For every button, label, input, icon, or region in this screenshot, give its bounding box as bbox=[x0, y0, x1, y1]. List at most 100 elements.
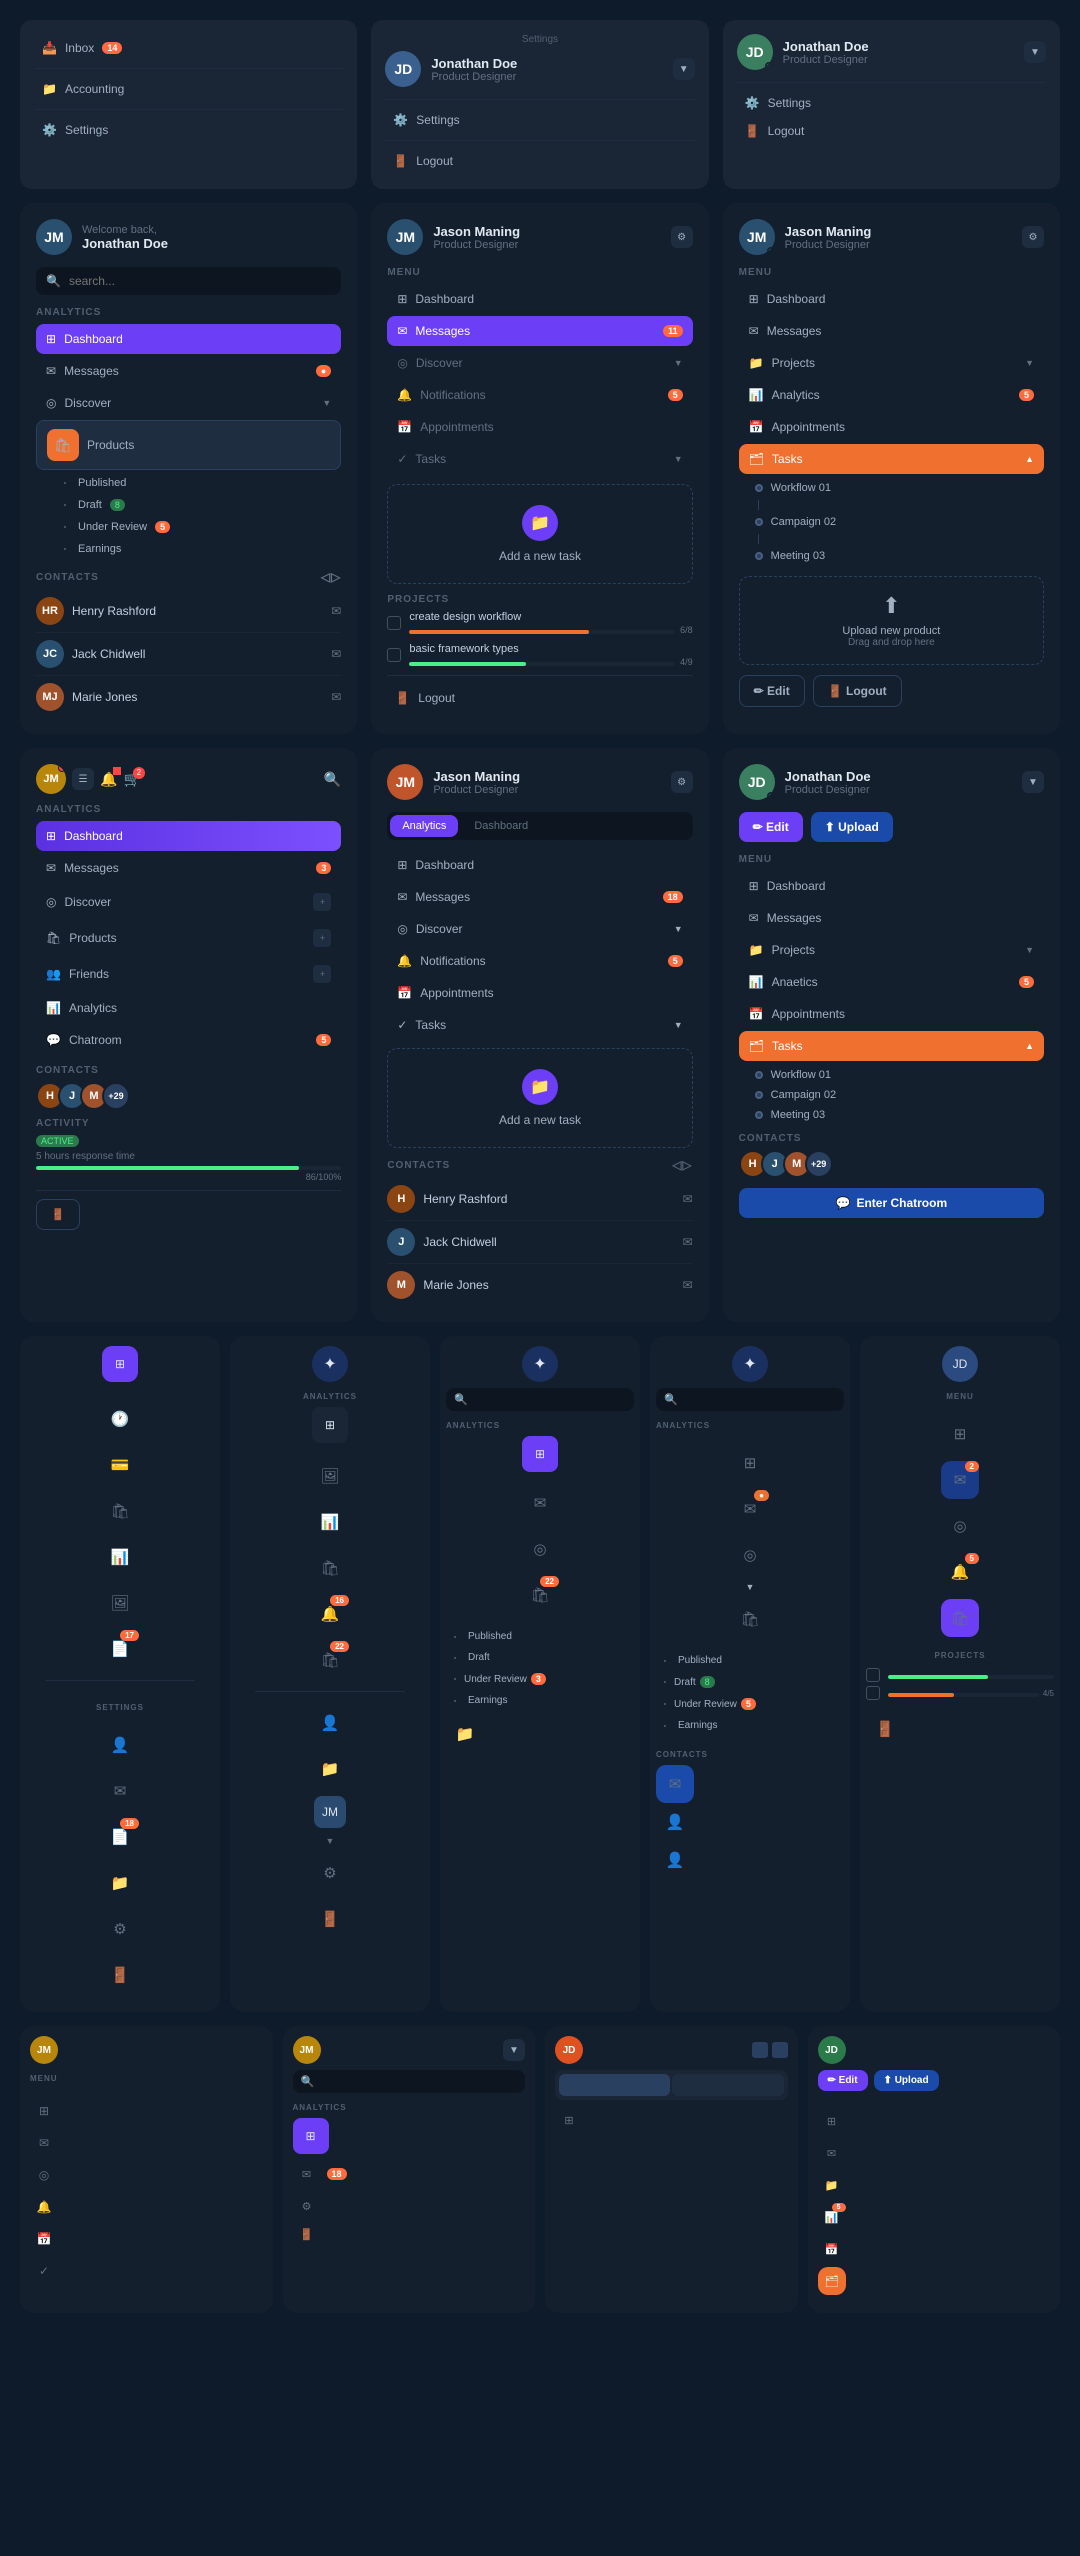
icon3-dash-active[interactable]: ⊞ bbox=[522, 1436, 558, 1472]
b4-appt[interactable]: 📅 bbox=[818, 2235, 846, 2263]
nav-products[interactable]: 🛍 Products bbox=[36, 420, 341, 470]
icon2-folder[interactable]: 📁 bbox=[311, 1750, 349, 1788]
nav-discover[interactable]: ◎ Discover ▼ bbox=[36, 388, 341, 418]
project-1-check[interactable] bbox=[387, 616, 401, 630]
icon-nav-logout[interactable]: 🚪 bbox=[101, 1956, 139, 1994]
mobile-nav-discover[interactable]: ◎ Discover + bbox=[36, 885, 341, 919]
jack-msg-icon[interactable]: ✉ bbox=[331, 647, 341, 661]
msg-nav-notifications[interactable]: 🔔 Notifications 5 bbox=[387, 380, 692, 410]
sub-draft[interactable]: Draft 8 bbox=[36, 494, 341, 516]
messages-chevron[interactable]: ⚙ bbox=[671, 226, 693, 248]
cr-nav-dashboard[interactable]: ⊞ Dashboard bbox=[739, 871, 1044, 901]
mobile-products-expand[interactable]: + bbox=[313, 929, 331, 947]
logout-button-tasks[interactable]: 🚪 Logout bbox=[813, 675, 902, 707]
icon4-contact1[interactable]: 👤 bbox=[656, 1803, 694, 1841]
icon-nav-mail[interactable]: ✉ bbox=[101, 1772, 139, 1810]
icon-nav-image[interactable]: 🖼 bbox=[101, 1584, 139, 1622]
icon-nav-clock[interactable]: 🕐 bbox=[101, 1400, 139, 1438]
tasks-chevron[interactable]: ⚙ bbox=[1022, 226, 1044, 248]
settings-item-3[interactable]: ⚙️ Settings bbox=[737, 89, 1046, 117]
mobile-discover-expand[interactable]: + bbox=[313, 893, 331, 911]
b1-msg[interactable]: ✉ bbox=[30, 2129, 58, 2157]
inbox-item[interactable]: 📥 Inbox 14 bbox=[34, 34, 343, 62]
sub-earnings[interactable]: Earnings bbox=[36, 538, 341, 560]
an-nav-discover[interactable]: ◎ Discover ▼ bbox=[387, 914, 692, 944]
an-nav-notifications[interactable]: 🔔 Notifications 5 bbox=[387, 946, 692, 976]
icon2-gear[interactable]: ⚙ bbox=[311, 1854, 349, 1892]
b4-notif[interactable]: 📊 5 bbox=[818, 2203, 846, 2231]
bottom-2-chevron[interactable]: ▼ bbox=[503, 2039, 525, 2061]
tasks-nav-analytics[interactable]: 📊 Analytics 5 bbox=[739, 380, 1044, 410]
tasks-nav-projects[interactable]: 📁 Projects ▼ bbox=[739, 348, 1044, 378]
icon2-bag[interactable]: 🛍 bbox=[311, 1549, 349, 1587]
b2-logout[interactable]: 🚪 bbox=[293, 2220, 321, 2248]
icon5-logout[interactable]: 🚪 bbox=[866, 1710, 904, 1748]
cr-nav-messages[interactable]: ✉ Messages bbox=[739, 903, 1044, 933]
icon5-discover[interactable]: ◎ bbox=[941, 1507, 979, 1545]
icon-nav-file[interactable]: 📄 17 bbox=[101, 1630, 139, 1668]
icon2-notif[interactable]: 🔔 16 bbox=[311, 1595, 349, 1633]
mobile-friends-expand[interactable]: + bbox=[313, 965, 331, 983]
icon2-product[interactable]: 🛍 22 bbox=[311, 1641, 349, 1679]
icon-nav-bag[interactable]: 🛍 bbox=[101, 1492, 139, 1530]
mobile-nav-friends[interactable]: 👥 Friends + bbox=[36, 957, 341, 991]
icon3-messages[interactable]: ✉ bbox=[521, 1484, 559, 1522]
edit-button-tasks[interactable]: ✏ Edit bbox=[739, 675, 805, 707]
mobile-nav-messages[interactable]: ✉ Messages 3 bbox=[36, 853, 341, 883]
mobile-nav-products[interactable]: 🛍 Products + bbox=[36, 921, 341, 955]
icon2-person[interactable]: 👤 bbox=[311, 1704, 349, 1742]
icon5-p1-check[interactable] bbox=[866, 1668, 880, 1682]
an-nav-messages[interactable]: ✉ Messages 18 bbox=[387, 882, 692, 912]
nav-dashboard[interactable]: ⊞ Dashboard bbox=[36, 324, 341, 354]
icon-grid-active-1[interactable]: ⊞ bbox=[102, 1346, 138, 1382]
bottom-4-upload[interactable]: ⬆ Upload bbox=[874, 2070, 939, 2091]
icon3-draft[interactable]: Draft bbox=[446, 1647, 634, 1668]
icon3-search[interactable]: 🔍 bbox=[446, 1388, 634, 1411]
an-marie-msg[interactable]: ✉ bbox=[683, 1278, 693, 1292]
tasks-nav-messages[interactable]: ✉ Messages bbox=[739, 316, 1044, 346]
icon-nav-file2[interactable]: 📄 18 bbox=[101, 1818, 139, 1856]
search-input[interactable] bbox=[69, 274, 331, 288]
chatroom-edit-btn[interactable]: ✏ Edit bbox=[739, 812, 803, 842]
msg-nav-messages[interactable]: ✉ Messages 11 bbox=[387, 316, 692, 346]
b2-settings[interactable]: ⚙ bbox=[293, 2192, 321, 2220]
chatroom-chevron[interactable]: ▼ bbox=[1022, 771, 1044, 793]
icon-nav-gear[interactable]: ⚙ bbox=[101, 1910, 139, 1948]
icon4-earnings[interactable]: Earnings bbox=[656, 1715, 844, 1736]
chatroom-upload-btn[interactable]: ⬆ Upload bbox=[811, 812, 893, 842]
icon3-folder[interactable]: 📁 bbox=[446, 1715, 484, 1753]
icon3-product[interactable]: 🛍 22 bbox=[521, 1576, 559, 1614]
cr-nav-projects[interactable]: 📁 Projects ▼ bbox=[739, 935, 1044, 965]
icon-nav-chart[interactable]: 📊 bbox=[101, 1538, 139, 1576]
b1-discover[interactable]: ◎ bbox=[30, 2161, 58, 2189]
accounting-item[interactable]: 📁 Accounting bbox=[34, 75, 343, 103]
icon3-under-review[interactable]: Under Review 3 bbox=[446, 1668, 634, 1690]
task-add-area[interactable]: 📁 Add a new task bbox=[387, 484, 692, 584]
b1-dash[interactable]: ⊞ bbox=[30, 2097, 58, 2125]
b1-tasks[interactable]: ✓ bbox=[30, 2257, 58, 2285]
an-nav-dashboard[interactable]: ⊞ Dashboard bbox=[387, 850, 692, 880]
settings-item-2[interactable]: ⚙️ Settings bbox=[385, 106, 694, 134]
logout-item-3[interactable]: 🚪 Logout bbox=[737, 117, 1046, 145]
tab-dashboard[interactable]: Dashboard bbox=[462, 815, 540, 837]
icon-nav-wallet[interactable]: 💳 bbox=[101, 1446, 139, 1484]
tasks-nav-dashboard[interactable]: ⊞ Dashboard bbox=[739, 284, 1044, 314]
msg-nav-tasks[interactable]: ✓ Tasks ▼ bbox=[387, 444, 692, 474]
bottom-2-dash-active[interactable]: ⊞ bbox=[293, 2118, 329, 2154]
b4-dash[interactable]: ⊞ bbox=[818, 2107, 846, 2135]
icon4-product[interactable]: 🛍 bbox=[731, 1600, 769, 1638]
msg-nav-discover[interactable]: ◎ Discover ▼ bbox=[387, 348, 692, 378]
an-henry-msg[interactable]: ✉ bbox=[683, 1192, 693, 1206]
mobile-search-icon[interactable]: 🔍 bbox=[324, 771, 341, 788]
icon-analytics-dash[interactable]: ⊞ bbox=[312, 1407, 348, 1443]
icon3-published[interactable]: Published bbox=[446, 1626, 634, 1647]
marie-msg-icon[interactable]: ✉ bbox=[331, 690, 341, 704]
icon4-published[interactable]: Published bbox=[656, 1650, 844, 1671]
mobile-logout-btn[interactable]: 🚪 bbox=[36, 1199, 80, 1230]
bottom-3-toggle[interactable] bbox=[555, 2070, 788, 2100]
icon5-p2-check[interactable] bbox=[866, 1686, 880, 1700]
b1-appt[interactable]: 📅 bbox=[30, 2225, 58, 2253]
an-nav-tasks[interactable]: ✓ Tasks ▼ bbox=[387, 1010, 692, 1040]
tasks-nav-appointments[interactable]: 📅 Appointments bbox=[739, 412, 1044, 442]
bottom-2-search[interactable]: 🔍 bbox=[293, 2070, 526, 2093]
